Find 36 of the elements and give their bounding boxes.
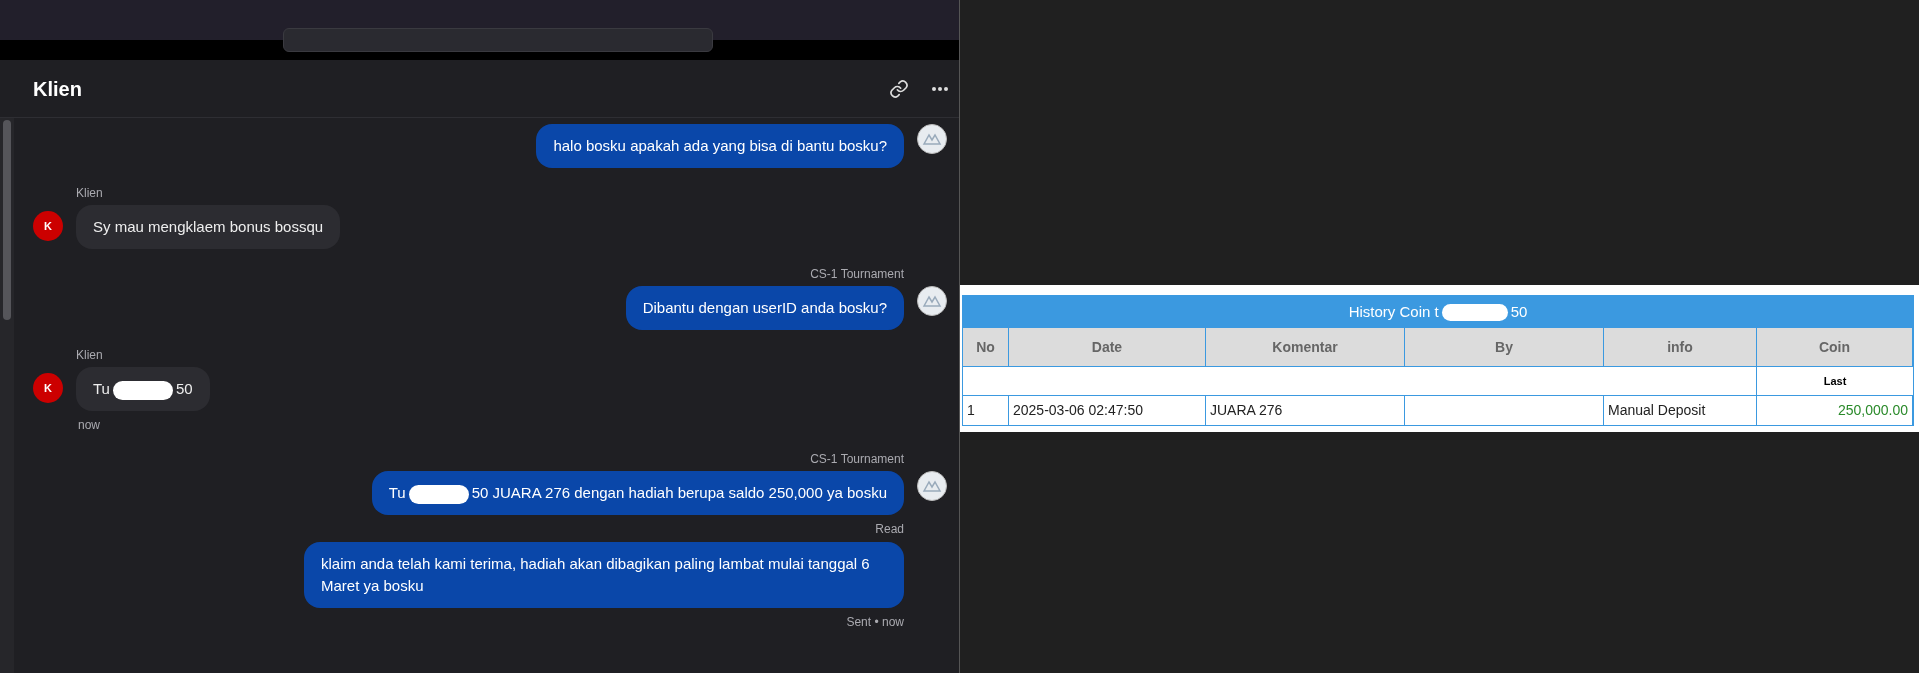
avatar: K xyxy=(33,373,63,403)
table-cell-text: 1 xyxy=(967,401,975,420)
message-text: klaim anda telah kami terima, hadiah akan dibagikan paling lambat mulai tanggal 6 Maret ya bosku xyxy=(321,555,870,594)
redaction-mark xyxy=(1441,303,1508,321)
table-cell-text: JUARA 276 xyxy=(1210,401,1283,420)
sender-name: Klien xyxy=(76,185,103,202)
message-text: 50 xyxy=(175,380,193,397)
message-text: Tu xyxy=(388,484,406,501)
sender-name: Klien xyxy=(76,347,103,364)
message-status: now xyxy=(78,417,100,434)
column-header: By xyxy=(1405,328,1604,366)
message-text: Tu xyxy=(93,380,110,397)
column-header: Komentar xyxy=(1206,328,1405,366)
scrollbar-thumb[interactable] xyxy=(3,120,11,320)
table-cell-text: 2025-03-06 02:47:50 xyxy=(1013,401,1143,420)
message-status: Sent • now xyxy=(846,614,904,631)
message-status: Read xyxy=(875,521,904,538)
message-text: halo bosku apakah ada yang bisa di bantu bosku? xyxy=(553,137,887,154)
message-text: Sy mau mengklaem bonus bossqu xyxy=(93,218,324,235)
sender-name: CS-1 Tournament xyxy=(810,266,904,283)
table-cell-text: 250,000.00 xyxy=(1837,401,1908,420)
avatar: K xyxy=(33,211,63,241)
table-title: 50 xyxy=(1510,301,1528,322)
column-header: info xyxy=(1604,328,1757,366)
column-header: Coin xyxy=(1757,328,1913,366)
table-title: History Coin t xyxy=(1348,301,1439,322)
message-text: Dibantu dengan userID anda bosku? xyxy=(642,299,887,316)
more-icon[interactable] xyxy=(931,85,949,92)
chat-title: Klien xyxy=(33,76,82,102)
table-cell-text: Last xyxy=(1822,373,1848,389)
column-header: No xyxy=(963,328,1009,366)
table-cell-text: Manual Deposit xyxy=(1608,401,1706,420)
sender-name: CS-1 Tournament xyxy=(810,451,904,468)
link-icon[interactable] xyxy=(889,78,909,99)
column-header: Date xyxy=(1009,328,1206,366)
message-text: 50 JUARA 276 dengan hadiah berupa saldo 250,000 ya bosku xyxy=(471,484,887,501)
